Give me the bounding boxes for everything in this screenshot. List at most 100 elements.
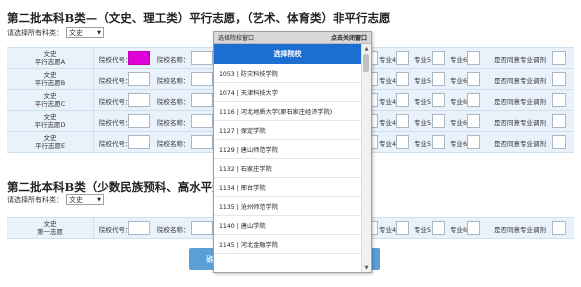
row-label-line2: 平行志愿E (34, 142, 66, 150)
adjust-input[interactable] (552, 93, 566, 107)
section2-subject-row: 请选择所有科类： 文史 ▼ (7, 194, 104, 205)
major6-input[interactable] (467, 72, 480, 86)
major5-label: 专业5 (414, 56, 432, 64)
school-option[interactable]: 1053 | 防灾科技学院 (214, 64, 361, 83)
adjust-input[interactable] (552, 114, 566, 128)
major4-label: 专业4 (379, 226, 397, 234)
popup-list-title: 选择院校 (214, 44, 361, 64)
major5-label: 专业5 (414, 98, 432, 106)
popup-scrollbar[interactable]: ▲ ▼ (361, 44, 371, 272)
major6-input[interactable] (467, 221, 480, 235)
major6-label: 专业6 (450, 77, 468, 85)
major6-label: 专业6 (450, 98, 468, 106)
school-name-label: 院校名称： (157, 140, 190, 148)
major6-input[interactable] (467, 93, 480, 107)
school-option[interactable]: 1134 | 邢台学院 (214, 178, 361, 197)
major5-input[interactable] (432, 72, 445, 86)
popup-close-link[interactable]: 点击关闭窗口 (331, 33, 367, 42)
scroll-thumb[interactable] (363, 54, 369, 72)
major6-input[interactable] (467, 51, 480, 65)
adjust-input[interactable] (552, 221, 566, 235)
school-name-label: 院校名称： (157, 56, 190, 64)
major5-label: 专业5 (414, 140, 432, 148)
major5-label: 专业5 (414, 77, 432, 85)
row-label: 文史 第一志愿 (7, 218, 94, 238)
row-label: 文史 平行志愿B (7, 69, 94, 89)
school-option[interactable]: 1129 | 唐山师范学院 (214, 140, 361, 159)
adjust-label: 是否同意专业调剂 (494, 119, 546, 127)
school-name-label: 院校名称： (157, 226, 190, 234)
section1-title: 第二批本科B类—（文史、理工类）平行志愿，（艺术、体育类）非平行志愿 (7, 11, 391, 25)
major6-input[interactable] (467, 135, 480, 149)
school-name-input[interactable] (191, 51, 213, 65)
school-option[interactable]: 1135 | 沧州师范学院 (214, 197, 361, 216)
school-name-label: 院校名称： (157, 77, 190, 85)
adjust-input[interactable] (552, 72, 566, 86)
adjust-input[interactable] (552, 135, 566, 149)
school-code-label: 院校代号： (99, 140, 132, 148)
popup-school-list: 选择院校 1053 | 防灾科技学院 1074 | 天津科技大学 1116 | 河北… (214, 44, 361, 272)
major4-input[interactable] (396, 135, 409, 149)
school-code-input[interactable] (128, 114, 150, 128)
adjust-label: 是否同意专业调剂 (494, 226, 546, 234)
section1-subject-select[interactable]: 文史 ▼ (66, 27, 104, 38)
adjust-label: 是否同意专业调剂 (494, 56, 546, 64)
section1-subject-row: 请选择所有科类： 文史 ▼ (7, 27, 104, 38)
section2-subject-label: 请选择所有科类： (7, 195, 63, 204)
popup-header: 选择院校窗口 点击关闭窗口 (214, 32, 371, 44)
row-label: 文史 平行志愿A (7, 48, 94, 68)
major5-input[interactable] (432, 51, 445, 65)
row-label-line2: 第一志愿 (37, 228, 63, 236)
section2-subject-value: 文史 (69, 195, 83, 204)
school-option[interactable]: 1132 | 石家庄学院 (214, 159, 361, 178)
school-code-label: 院校代号： (99, 119, 132, 127)
school-code-label: 院校代号： (99, 77, 132, 85)
school-code-input[interactable] (128, 135, 150, 149)
row-label: 文史 平行志愿E (7, 132, 94, 152)
row-label-line2: 平行志愿B (34, 79, 66, 87)
school-option[interactable]: 1116 | 河北地质大学(原石家庄经济学院) (214, 102, 361, 121)
major4-input[interactable] (396, 114, 409, 128)
school-option[interactable]: 1127 | 保定学院 (214, 121, 361, 140)
major4-label: 专业4 (379, 56, 397, 64)
popup-header-title: 选择院校窗口 (218, 35, 255, 42)
major5-input[interactable] (432, 221, 445, 235)
major4-input[interactable] (396, 221, 409, 235)
row-label: 文史 平行志愿C (7, 90, 94, 110)
school-code-input[interactable] (128, 93, 150, 107)
school-name-input[interactable] (191, 135, 213, 149)
scroll-down-icon[interactable]: ▼ (362, 263, 371, 272)
section2-subject-select[interactable]: 文史 ▼ (66, 194, 104, 205)
school-name-input[interactable] (191, 93, 213, 107)
section1-subject-value: 文史 (69, 28, 83, 37)
major4-input[interactable] (396, 51, 409, 65)
school-name-input[interactable] (191, 221, 213, 235)
adjust-input[interactable] (552, 51, 566, 65)
school-code-input[interactable] (128, 221, 150, 235)
major5-input[interactable] (432, 93, 445, 107)
school-option[interactable]: 1140 | 唐山学院 (214, 216, 361, 235)
school-code-input[interactable] (128, 51, 150, 65)
row-label-line1: 文史 (43, 134, 57, 142)
row-label-line1: 文史 (43, 113, 57, 121)
school-name-label: 院校名称： (157, 119, 190, 127)
school-code-label: 院校代号： (99, 56, 132, 64)
major6-input[interactable] (467, 114, 480, 128)
major4-label: 专业4 (379, 140, 397, 148)
school-option[interactable]: 1145 | 河北金融学院 (214, 235, 361, 254)
row-label-line1: 文史 (43, 220, 57, 228)
major5-input[interactable] (432, 135, 445, 149)
major5-input[interactable] (432, 114, 445, 128)
school-option[interactable]: 1074 | 天津科技大学 (214, 83, 361, 102)
major4-input[interactable] (396, 93, 409, 107)
row-label-line2: 平行志愿C (34, 100, 66, 108)
school-name-input[interactable] (191, 72, 213, 86)
major5-label: 专业5 (414, 226, 432, 234)
school-code-input[interactable] (128, 72, 150, 86)
school-name-input[interactable] (191, 114, 213, 128)
scroll-up-icon[interactable]: ▲ (362, 44, 371, 53)
major4-input[interactable] (396, 72, 409, 86)
school-code-label: 院校代号： (99, 98, 132, 106)
major6-label: 专业6 (450, 56, 468, 64)
select-school-popup: 选择院校窗口 点击关闭窗口 选择院校 1053 | 防灾科技学院 1074 | 天… (213, 31, 372, 273)
